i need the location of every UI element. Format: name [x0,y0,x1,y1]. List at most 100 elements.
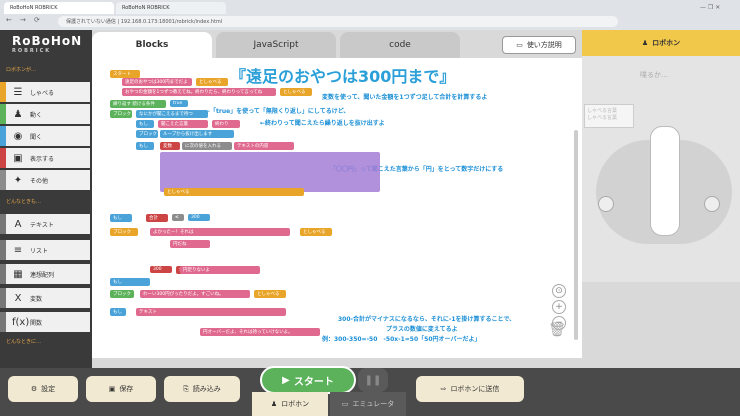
workspace-scrollbar[interactable] [574,130,578,340]
center-icon[interactable]: ⊙ [552,284,566,298]
code-block[interactable]: 繰り返す 続ける条件 [110,100,166,108]
code-block[interactable]: としゃべる [300,228,332,236]
help-button[interactable]: ▭ 使い方説明 [502,36,576,54]
code-block[interactable]: 円だね [170,240,210,248]
workspace-title: 『遠足のおやつは300円まで』 [230,67,456,86]
comment: ←「true」を使って「無限くり返し」にしてるけど、 [205,108,350,115]
code-block[interactable]: テキストの内容 [234,142,294,150]
code-block[interactable]: 円足りないよ [180,266,260,274]
code-block[interactable]: としゃべる [196,78,228,86]
comment: プラスの数値に変えてるよ [386,326,458,333]
sidebar-section-label: ロボホンが… [6,67,37,73]
play-icon: ▶ [282,374,290,386]
save-button[interactable]: ▣ 保存 [86,376,156,402]
code-block[interactable]: もし [136,142,154,150]
code-block[interactable]: true [170,100,188,107]
tab-emulator[interactable]: ▭ エミュレータ [330,392,406,416]
address-bar[interactable]: 保護されていない通信 | 192.168.0.173:18001/robrick… [58,16,618,27]
sidebar-item-dict[interactable]: ▦ 連想配列 [0,264,90,284]
code-block[interactable]: としゃべる [254,290,286,298]
code-block[interactable]: 300 [188,214,210,221]
forward-icon[interactable]: → [20,16,26,24]
sidebar-item-move[interactable]: ♟ 動く [0,104,90,124]
code-block[interactable]: ループから抜け出します [160,130,234,138]
monitor-icon: ▭ [341,400,349,408]
variable-icon: X [14,292,22,304]
code-block[interactable]: わーい300円ぴったりだよ。すごいね。 [140,290,250,298]
code-block[interactable]: としゃべる [280,88,312,96]
sidebar-item-function[interactable]: f(x) 関数 [0,312,90,332]
code-block[interactable]: もし [136,120,154,128]
sidebar-section-label: どんなときも… [6,199,42,205]
tab-javascript[interactable]: JavaScript [216,32,336,58]
code-block[interactable]: 合計 [146,214,168,222]
code-block[interactable]: 円オーバーだよ、それは持っていけないよ。 [200,328,320,336]
tab-blocks[interactable]: Blocks [92,32,212,58]
code-block[interactable]: としゃべる [164,188,304,196]
code-block[interactable]: もし [110,214,132,222]
code-block[interactable]: ブロック [136,130,158,138]
send-icon: ⇨ [440,385,447,393]
list-icon: ≡ [13,244,23,256]
code-block[interactable]: 変数 [160,142,180,150]
speech-bubble: しゃべる言葉 しゃべる言葉 [584,104,634,128]
robot-icon: ♟ [13,108,23,120]
start-button[interactable]: ▶ スタート [260,366,356,394]
tab-robot[interactable]: ♟ ロボホン [252,392,328,416]
code-block[interactable]: 遠足のおやつは300円までだよ [122,78,192,86]
pause-icon: ❚❚ [364,374,382,386]
back-icon[interactable]: ← [6,16,12,24]
reload-icon[interactable]: ⟳ [34,16,40,24]
app-logo: RoBoHoN ROBRICK [12,34,83,54]
send-to-robot-button[interactable]: ⇨ ロボホンに送信 [416,376,524,402]
code-block[interactable]: ブロック [110,110,132,118]
code-block[interactable]: よかったー！それは [150,228,290,236]
code-block[interactable]: に次の値を入れる [182,142,232,150]
table-icon: ▦ [13,268,23,280]
sidebar-item-listen[interactable]: ◉ 聞く [0,126,90,146]
save-icon: ▣ [108,385,116,393]
comment: 例：300-350=-50 -50x-1=50「50円オーバーだよ」 [322,336,481,343]
sidebar-item-speak[interactable]: ☰ しゃべる [0,82,90,102]
speech-icon: ☰ [13,86,23,98]
trash-icon[interactable]: 🗑 [548,322,566,344]
robot-icon: ♟ [641,39,649,47]
pause-button[interactable]: ❚❚ [358,368,388,392]
status-label: 喋るか… [640,71,668,79]
sidebar-item-text[interactable]: A テキスト [0,214,90,234]
load-icon: ⎘ [183,384,189,393]
robot-figure [650,126,680,236]
book-icon: ▭ [516,41,523,49]
gear-icon: ⚙ [30,385,38,393]
code-block[interactable]: ブロック [110,290,134,298]
settings-button[interactable]: ⚙ 設定 [8,376,78,402]
code-block[interactable]: ブロック [110,228,138,236]
window-controls-icon[interactable]: — ❐ ✕ [700,4,720,11]
code-block[interactable]: テキスト [136,308,286,316]
browser-tab[interactable]: RoBoHoN ROBRICK [4,2,114,14]
code-block[interactable]: なにかが聞こえるまで待つ [136,110,208,118]
right-button[interactable] [704,196,720,212]
browser-tab[interactable]: RoBoHoN ROBRICK [116,2,226,14]
robot-log [582,282,740,368]
load-button[interactable]: ⎘ 読み込み [164,376,240,402]
start-block[interactable]: スタート [110,70,140,78]
sidebar-item-list[interactable]: ≡ リスト [0,240,90,260]
tab-code[interactable]: code [340,32,460,58]
code-block[interactable]: 終わり [212,120,240,128]
zoom-in-icon[interactable]: + [552,300,566,314]
code-block[interactable]: もし [110,278,150,286]
code-block[interactable]: ≤ [172,214,184,221]
code-block[interactable]: 聞こえた言葉 [158,120,208,128]
sidebar-item-other[interactable]: ✦ その他 [0,170,90,190]
left-button[interactable] [598,196,614,212]
sidebar-item-display[interactable]: ▣ 表示する [0,148,90,168]
sidebar-item-variable[interactable]: X 変数 [0,288,90,308]
code-block[interactable]: もし [110,308,126,316]
sidebar-section-label: どんなときに… [6,339,42,345]
code-block[interactable]: おやつの金額を1つずつ教えてね。終わりたら、終わりって言ってね [122,88,276,96]
other-icon: ✦ [13,174,23,186]
code-block[interactable]: 300 [150,266,172,273]
text-icon: A [14,218,22,230]
code-block-group[interactable] [160,152,380,192]
